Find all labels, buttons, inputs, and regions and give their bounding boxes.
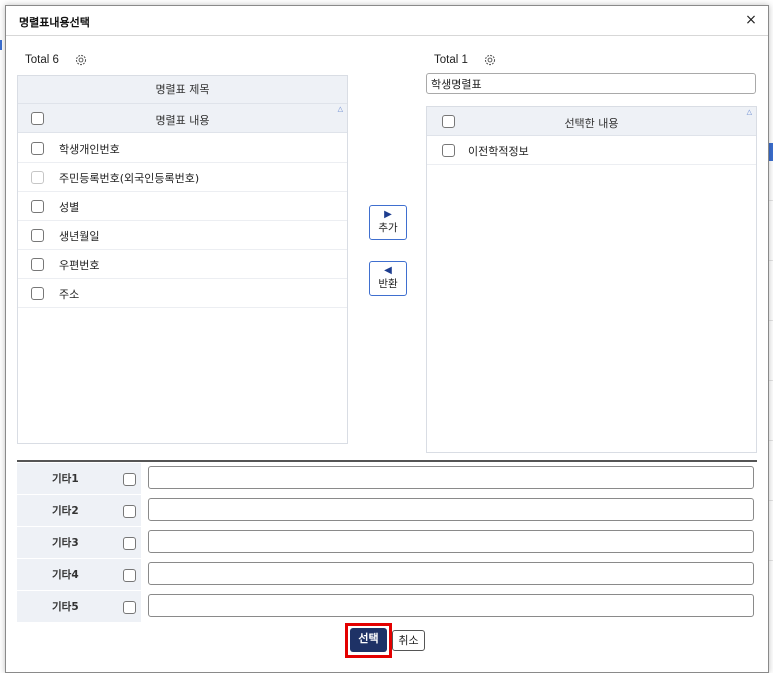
left-row-label: 주소 — [59, 288, 80, 301]
background-accent — [0, 40, 2, 50]
etc-label: 기타3 — [52, 537, 79, 549]
etc-input[interactable] — [148, 594, 754, 617]
add-button-label: 추가 — [378, 222, 398, 234]
select-button[interactable]: 선택 — [350, 628, 387, 652]
left-row-label: 성별 — [59, 201, 80, 214]
section-divider — [17, 460, 757, 462]
left-column-header: 명렬표 내용 △ — [18, 104, 347, 133]
background-divider — [769, 560, 773, 561]
etc-input[interactable] — [148, 466, 754, 489]
arrow-left-icon: ◀ — [384, 265, 392, 276]
left-group-header: 명렬표 제목 — [18, 76, 347, 104]
left-row-label: 학생개인번호 — [59, 143, 120, 156]
left-row[interactable]: 우편번호 — [18, 250, 347, 279]
left-row[interactable]: 생년월일 — [18, 221, 347, 250]
etc-label: 기타4 — [52, 569, 79, 581]
etc-checkbox[interactable] — [123, 537, 136, 550]
row-checkbox[interactable] — [31, 200, 44, 213]
background-divider — [769, 500, 773, 501]
etc-input[interactable] — [148, 498, 754, 521]
row-checkbox-disabled — [31, 171, 44, 184]
row-checkbox[interactable] — [31, 142, 44, 155]
cancel-button[interactable]: 취소 — [392, 630, 425, 651]
background-divider — [769, 380, 773, 381]
return-button-label: 반환 — [378, 278, 398, 290]
right-content-grid: 선택한 내용 △ 이전학적정보 — [426, 106, 757, 453]
dialog-title: 명렬표내용선택 — [19, 16, 90, 29]
left-row: 주민등록번호(외국인등록번호) — [18, 163, 347, 192]
row-checkbox[interactable] — [31, 258, 44, 271]
left-row[interactable]: 주소 — [18, 279, 347, 308]
etc-row: 기타1 — [17, 463, 757, 495]
etc-label: 기타1 — [52, 473, 79, 485]
background-divider — [769, 260, 773, 261]
background-accent — [769, 143, 773, 161]
right-column-header-label: 선택한 내용 — [564, 117, 619, 130]
arrow-right-icon: ▶ — [384, 209, 392, 220]
left-content-grid: 명렬표 제목 명렬표 내용 △ 학생개인번호 주민등록번호(외국인등록번호) 성… — [17, 75, 348, 444]
etc-row: 기타3 — [17, 527, 757, 559]
etc-checkbox[interactable] — [123, 473, 136, 486]
etc-input[interactable] — [148, 530, 754, 553]
etc-label: 기타2 — [52, 505, 79, 517]
left-row-label: 주민등록번호(외국인등록번호) — [59, 172, 200, 185]
etc-label: 기타5 — [52, 601, 79, 613]
etc-row: 기타2 — [17, 495, 757, 527]
row-checkbox[interactable] — [31, 229, 44, 242]
left-row-label: 우편번호 — [59, 259, 100, 272]
left-column-header-label: 명렬표 내용 — [155, 114, 210, 127]
sort-up-icon[interactable]: △ — [338, 105, 343, 113]
return-button[interactable]: ◀ 반환 — [369, 261, 407, 296]
row-checkbox[interactable] — [31, 287, 44, 300]
etc-checkbox[interactable] — [123, 569, 136, 582]
background-divider — [769, 200, 773, 201]
etc-row: 기타5 — [17, 591, 757, 623]
row-checkbox[interactable] — [442, 144, 455, 157]
sort-up-icon[interactable]: △ — [747, 108, 752, 116]
add-button[interactable]: ▶ 추가 — [369, 205, 407, 240]
left-total-count: Total 6 — [25, 54, 59, 66]
etc-checkbox[interactable] — [123, 601, 136, 614]
etc-row: 기타4 — [17, 559, 757, 591]
dialog-titlebar: 명렬표내용선택 × — [6, 6, 768, 36]
right-row[interactable]: 이전학적정보 — [427, 136, 756, 165]
left-row-label: 생년월일 — [59, 230, 100, 243]
right-total-count: Total 1 — [434, 54, 468, 66]
content-select-dialog: 명렬표내용선택 × Total 6 명렬표 제목 명렬표 내용 △ 학생개인번호… — [5, 5, 769, 673]
right-column-header: 선택한 내용 △ — [427, 107, 756, 136]
etc-input[interactable] — [148, 562, 754, 585]
gear-icon[interactable] — [483, 53, 497, 67]
gear-icon[interactable] — [74, 53, 88, 67]
background-divider — [769, 440, 773, 441]
list-title-input[interactable] — [426, 73, 756, 94]
close-button[interactable]: × — [742, 11, 760, 29]
etc-checkbox[interactable] — [123, 505, 136, 518]
left-row[interactable]: 성별 — [18, 192, 347, 221]
right-row-label: 이전학적정보 — [468, 145, 529, 158]
background-divider — [769, 320, 773, 321]
left-row[interactable]: 학생개인번호 — [18, 134, 347, 163]
